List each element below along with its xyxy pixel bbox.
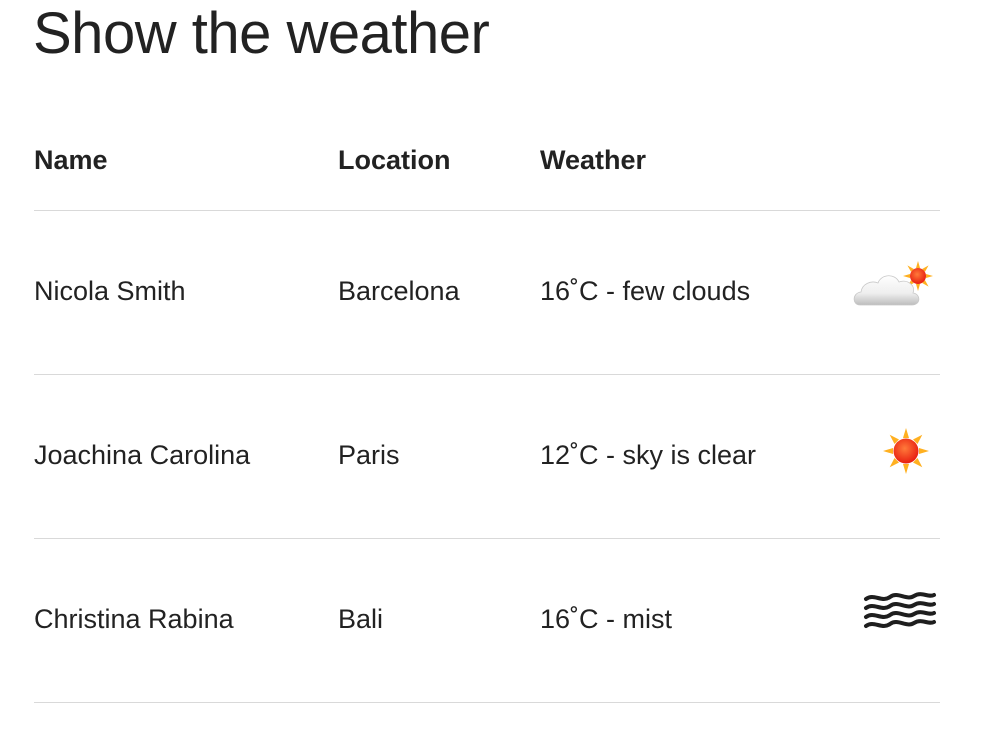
row-weather: 16˚C - few clouds [540, 276, 751, 306]
weather-table: Name Location Weather Nicola Smith Barce… [34, 118, 940, 703]
table-row: Joachina Carolina Paris 12˚C - sky is cl… [34, 375, 940, 539]
table-header: Name Location Weather [34, 118, 940, 211]
few-clouds-icon [850, 253, 940, 323]
header-weather: Weather [540, 145, 647, 175]
row-weather: 12˚C - sky is clear [540, 440, 757, 470]
row-name: Nicola Smith [34, 276, 186, 306]
sun-icon [850, 417, 940, 487]
row-name: Christina Rabina [34, 604, 234, 634]
header-location: Location [338, 145, 451, 175]
row-location: Paris [338, 440, 400, 470]
page-title: Show the weather [33, 1, 490, 66]
header-name: Name [34, 145, 108, 175]
table-row: Christina Rabina Bali 16˚C - mist [34, 539, 940, 703]
row-location: Barcelona [338, 276, 460, 306]
row-weather: 16˚C - mist [540, 604, 673, 634]
page: Show the weather Name Location Weather N… [0, 0, 988, 744]
table-row: Nicola Smith Barcelona 16˚C - few clouds [34, 211, 940, 375]
mist-icon [850, 581, 940, 651]
row-name: Joachina Carolina [34, 440, 251, 470]
row-location: Bali [338, 604, 384, 634]
